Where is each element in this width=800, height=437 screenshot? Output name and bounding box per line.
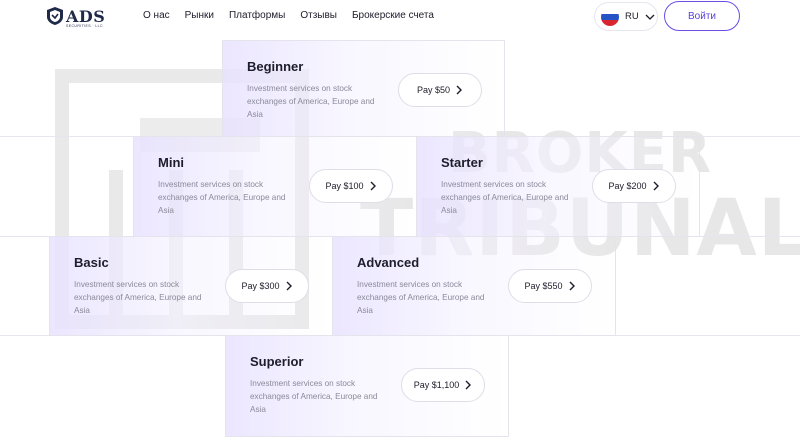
pay-label: Pay $1,100 <box>413 380 460 390</box>
pay-button-mini[interactable]: Pay $100 <box>309 169 393 203</box>
plan-card-starter: Starter Investment services on stock exc… <box>416 136 700 237</box>
pay-label: Pay $550 <box>524 281 563 291</box>
plan-title: Superior <box>250 354 304 369</box>
nav-item-broker-accounts[interactable]: Брокерские счета <box>352 10 434 21</box>
plan-card-superior: Superior Investment services on stock ex… <box>225 335 509 437</box>
chevron-right-icon <box>569 281 575 291</box>
brand-logo[interactable]: ADS SECURITIES · LLC <box>46 6 106 28</box>
plan-description: Investment services on stock exchanges o… <box>357 280 485 315</box>
brand-shield-icon <box>47 7 63 25</box>
plan-description: Investment services on stock exchanges o… <box>247 84 375 119</box>
chevron-right-icon <box>653 181 659 191</box>
russia-flag-icon <box>601 7 619 26</box>
login-button[interactable]: Войти <box>664 1 740 31</box>
plan-title: Starter <box>441 155 483 170</box>
pay-button-beginner[interactable]: Pay $50 <box>398 73 482 107</box>
pay-button-superior[interactable]: Pay $1,100 <box>401 368 485 402</box>
plan-card-advanced: Advanced Investment services on stock ex… <box>332 236 616 336</box>
chevron-right-icon <box>456 85 463 95</box>
plan-description: Investment services on stock exchanges o… <box>250 379 378 414</box>
chevron-right-icon <box>286 281 292 291</box>
pay-label: Pay $50 <box>416 85 451 95</box>
plan-description: Investment services on stock exchanges o… <box>441 180 569 215</box>
chevron-right-icon <box>370 181 376 191</box>
plan-title: Beginner <box>247 59 304 74</box>
nav-item-about[interactable]: О нас <box>143 10 170 21</box>
logo-subtext: SECURITIES · LLC <box>66 24 103 28</box>
plan-title: Basic <box>74 255 109 270</box>
plan-title: Mini <box>158 155 184 170</box>
language-selector[interactable]: RU <box>594 2 658 31</box>
pay-button-starter[interactable]: Pay $200 <box>592 169 676 203</box>
nav-item-markets[interactable]: Рынки <box>185 10 214 21</box>
pay-button-basic[interactable]: Pay $300 <box>225 269 309 303</box>
main-nav: О нас Рынки Платформы Отзывы Брокерские … <box>143 10 434 21</box>
plan-card-beginner: Beginner Investment services on stock ex… <box>222 40 505 137</box>
plan-card-mini: Mini Investment services on stock exchan… <box>133 136 417 237</box>
nav-item-platforms[interactable]: Платформы <box>229 10 285 21</box>
plan-title: Advanced <box>357 255 420 270</box>
pay-button-advanced[interactable]: Pay $550 <box>508 269 592 303</box>
pay-label: Pay $300 <box>241 281 280 291</box>
nav-item-reviews[interactable]: Отзывы <box>300 10 337 21</box>
plan-description: Investment services on stock exchanges o… <box>74 280 202 315</box>
chevron-right-icon <box>465 380 472 390</box>
site-header: ADS SECURITIES · LLC О нас Рынки Платфор… <box>0 0 800 40</box>
plan-description: Investment services on stock exchanges o… <box>158 180 286 215</box>
pay-label: Pay $200 <box>608 181 647 191</box>
pay-label: Pay $100 <box>325 181 364 191</box>
language-code: RU <box>625 11 639 22</box>
chevron-down-icon <box>645 14 655 20</box>
plan-card-basic: Basic Investment services on stock excha… <box>49 236 333 336</box>
